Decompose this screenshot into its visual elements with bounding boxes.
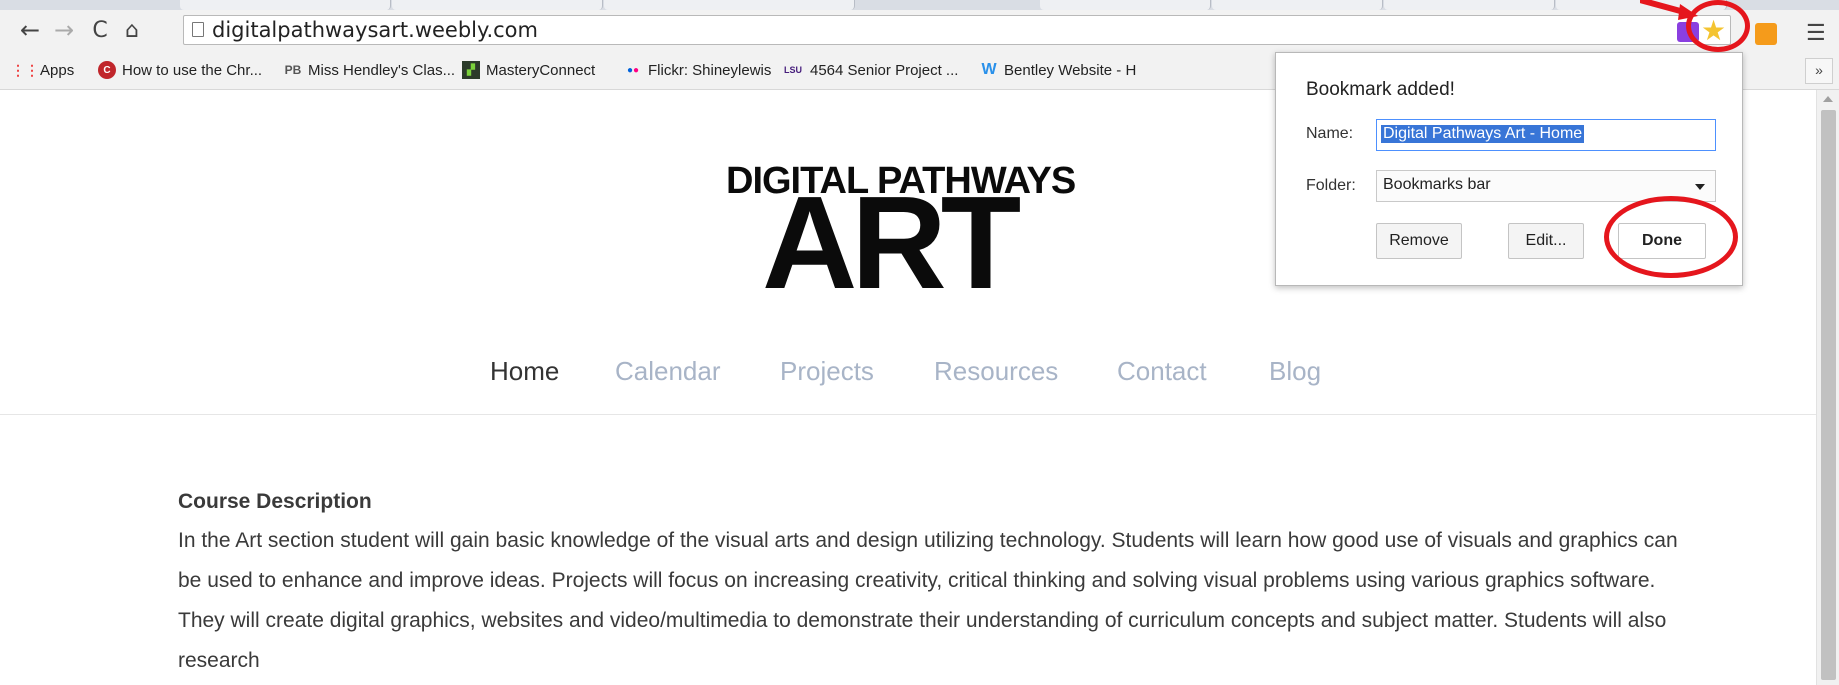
course-description-text: In the Art section student will gain bas… <box>178 529 1678 672</box>
bookmark-label: 4564 Senior Project ... <box>810 61 959 79</box>
tab[interactable] <box>1212 0 1383 10</box>
folder-value: Bookmarks bar <box>1383 176 1491 193</box>
red-circle-icon: C <box>98 61 116 79</box>
tab[interactable] <box>604 0 855 10</box>
nav-home[interactable]: Home <box>490 356 559 387</box>
tab[interactable] <box>392 0 603 10</box>
nav-divider <box>0 414 1816 415</box>
scroll-up-arrow-icon[interactable] <box>1823 96 1833 102</box>
tab[interactable] <box>180 0 391 10</box>
bookmark-label: Bentley Website - H <box>1004 61 1137 79</box>
bookmark-name-value: Digital Pathways Art - Home <box>1381 125 1585 143</box>
bookmark-masteryconnect[interactable]: ▞ MasteryConnect <box>462 61 595 79</box>
apps-grid-icon: ⋮⋮ <box>11 61 39 78</box>
bookmark-apps[interactable]: ⋮⋮ Apps <box>11 61 75 79</box>
scrollbar-thumb[interactable] <box>1821 110 1836 680</box>
nav-blog[interactable]: Blog <box>1269 356 1321 387</box>
tab[interactable] <box>1384 0 1555 10</box>
tab-strip <box>0 0 1839 10</box>
bookmark-label: How to use the Chr... <box>122 61 263 79</box>
name-label: Name: <box>1306 125 1354 142</box>
chevron-down-icon <box>1695 184 1705 190</box>
bookmark-bentley[interactable]: W Bentley Website - H <box>980 61 1136 79</box>
reload-icon[interactable]: C <box>86 16 114 44</box>
forward-icon[interactable]: → <box>50 16 78 44</box>
flickr-dots-icon: ● ● <box>626 64 640 76</box>
lsu-icon: LSU <box>784 65 802 75</box>
remove-button[interactable]: Remove <box>1376 223 1462 259</box>
bookmark-label: Miss Hendley's Clas... <box>308 61 456 79</box>
page-icon <box>192 22 204 37</box>
annotation-arrow-icon <box>1640 0 1698 20</box>
address-bar[interactable]: digitalpathwaysart.weebly.com <box>183 15 1731 45</box>
nav-calendar[interactable]: Calendar <box>615 356 721 387</box>
popup-title: Bookmark added! <box>1306 79 1455 100</box>
bookmark-name-input[interactable]: Digital Pathways Art - Home <box>1376 119 1716 151</box>
url-text[interactable]: digitalpathwaysart.weebly.com <box>212 18 538 42</box>
bookmark-label: Apps <box>40 61 75 79</box>
page-scrollbar[interactable] <box>1816 90 1839 685</box>
bookmarks-overflow-button[interactable]: » <box>1805 58 1833 84</box>
masteryconnect-icon: ▞ <box>462 61 480 79</box>
bookmark-label: Flickr: Shineylewis <box>648 61 772 79</box>
browser-toolbar: ← → C ⌂ digitalpathwaysart.weebly.com ★ … <box>0 10 1839 52</box>
extension-icon[interactable] <box>1755 23 1777 45</box>
bookmark-hendley[interactable]: PB Miss Hendley's Clas... <box>284 61 455 79</box>
folder-label: Folder: <box>1306 177 1356 194</box>
pb-icon: PB <box>284 63 302 77</box>
section-heading: Course Description <box>178 490 372 513</box>
tab[interactable] <box>1040 0 1211 10</box>
bookmark-flickr[interactable]: ● ● Flickr: Shineylewis <box>624 61 771 79</box>
bookmark-chrome-guide[interactable]: C How to use the Chr... <box>98 61 262 79</box>
nav-projects[interactable]: Projects <box>780 356 874 387</box>
back-icon[interactable]: ← <box>16 16 44 44</box>
site-logo-line2[interactable]: ART <box>762 177 1021 309</box>
edit-button[interactable]: Edit... <box>1508 223 1584 259</box>
nav-resources[interactable]: Resources <box>934 356 1058 387</box>
weebly-w-icon: W <box>981 61 997 78</box>
annotation-circle-done <box>1604 196 1738 278</box>
nav-contact[interactable]: Contact <box>1117 356 1207 387</box>
home-icon[interactable]: ⌂ <box>118 16 146 44</box>
menu-icon[interactable]: ☰ <box>1806 20 1826 46</box>
bookmark-senior-project[interactable]: LSU 4564 Senior Project ... <box>782 61 958 79</box>
bookmark-label: MasteryConnect <box>486 61 596 79</box>
